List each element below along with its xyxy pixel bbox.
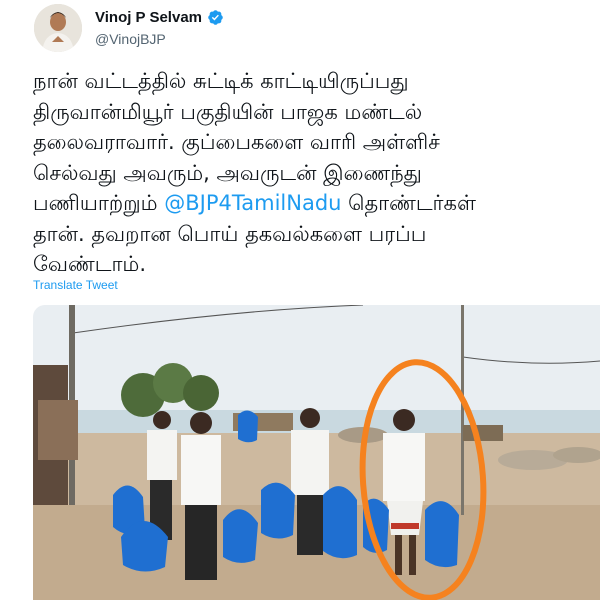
user-name-row: Vinoj P Selvam [95,9,224,26]
volunteer-figure [181,412,221,580]
tweet-line: திருவான்மியூர் பகுதியின் பாஜக மண்டல் [33,99,423,124]
tweet-line-part: தொண்டர்கள் [341,191,476,215]
tweet-line: செல்வது அவரும், அவருடன் இணைந்து [33,160,422,185]
tweet-line-part: பணியாற்றும் [33,191,165,215]
avatar-image [34,4,82,52]
tweet-line: நான் வட்டத்தில் சுட்டிக் காட்டியிருப்பது [33,69,409,93]
tweet-line-with-mention: பணியாற்றும் @BJP4TamilNadu தொண்டர்கள் [33,188,593,219]
avatar[interactable] [34,4,82,52]
user-handle[interactable]: @VinojBJP [95,31,166,47]
display-name[interactable]: Vinoj P Selvam [95,9,202,26]
tweet-text: நான் வட்டத்தில் சுட்டிக் காட்டியிருப்பது… [33,66,593,280]
translate-tweet-link[interactable]: Translate Tweet [33,278,118,292]
tweet-line: வேண்டாம். [33,252,146,276]
tweet-line: தான். தவறான பொய் தகவல்களை பரப்ப [33,221,427,246]
tweet-line: தலைவராவார். குப்பைகளை வாரி அள்ளிச் [33,130,440,154]
tweet-photo[interactable] [33,305,600,600]
verified-badge-icon [207,9,224,26]
beach-cleanup-photo [33,305,600,600]
mention-link[interactable]: @BJP4TamilNadu [164,191,341,215]
